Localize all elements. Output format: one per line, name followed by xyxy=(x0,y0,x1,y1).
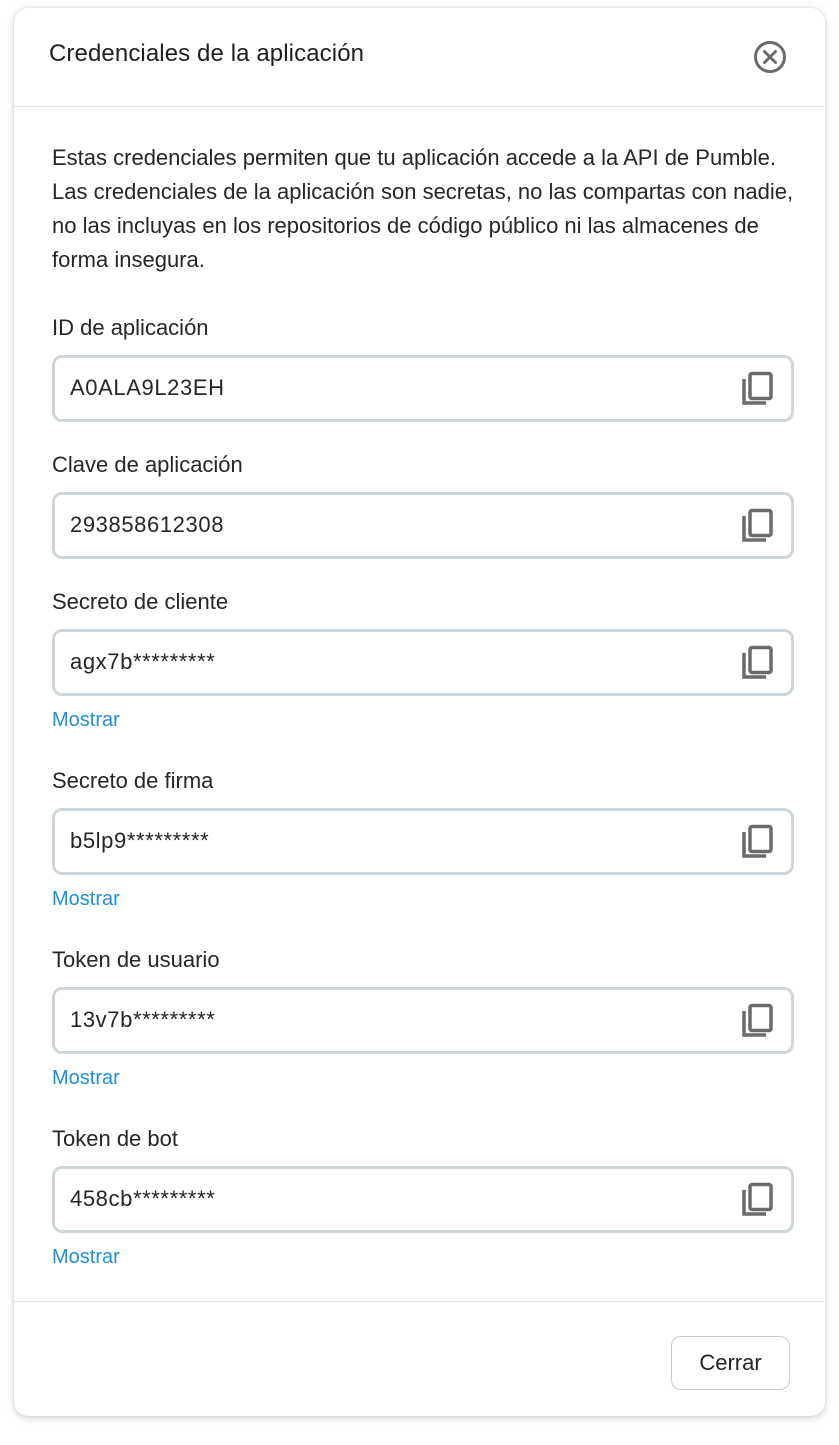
signing-secret-label: Secreto de firma xyxy=(52,768,214,793)
show-user-token-link[interactable]: Mostrar xyxy=(52,1067,120,1090)
user-token-value[interactable]: 13v7b********* xyxy=(70,1007,215,1033)
dialog-title: Credenciales de la aplicación xyxy=(49,40,365,67)
close-button[interactable]: Cerrar xyxy=(671,1336,790,1390)
app-id-value[interactable]: A0ALA9L23EH xyxy=(70,375,225,401)
signing-secret-field[interactable]: b5lp9********* xyxy=(52,808,794,875)
signing-secret-value[interactable]: b5lp9********* xyxy=(70,828,209,854)
client-secret-label: Secreto de cliente xyxy=(52,589,229,614)
copy-icon[interactable] xyxy=(739,1002,777,1040)
credentials-dialog: Credenciales de la aplicación Estas cred… xyxy=(14,8,825,1416)
dialog-footer: Cerrar xyxy=(14,1301,825,1416)
copy-icon[interactable] xyxy=(739,1181,777,1219)
app-key-field[interactable]: 293858612308 xyxy=(52,492,794,559)
show-bot-token-link[interactable]: Mostrar xyxy=(52,1246,120,1269)
app-id-label: ID de aplicación xyxy=(52,315,209,340)
bot-token-label: Token de bot xyxy=(52,1126,178,1151)
copy-icon[interactable] xyxy=(739,823,777,861)
client-secret-field[interactable]: agx7b********* xyxy=(52,629,794,696)
dialog-description: Estas credenciales permiten que tu aplic… xyxy=(52,145,794,272)
bot-token-value[interactable]: 458cb********* xyxy=(70,1186,215,1212)
user-token-field[interactable]: 13v7b********* xyxy=(52,987,794,1054)
show-signing-secret-link[interactable]: Mostrar xyxy=(52,888,120,911)
copy-icon[interactable] xyxy=(739,370,777,408)
bot-token-field[interactable]: 458cb********* xyxy=(52,1166,794,1233)
app-key-label: Clave de aplicación xyxy=(52,452,243,477)
app-id-field[interactable]: A0ALA9L23EH xyxy=(52,355,794,422)
user-token-label: Token de usuario xyxy=(52,947,220,972)
dialog-header: Credenciales de la aplicación xyxy=(14,8,825,107)
app-key-value[interactable]: 293858612308 xyxy=(70,512,224,538)
copy-icon[interactable] xyxy=(739,507,777,545)
show-client-secret-link[interactable]: Mostrar xyxy=(52,709,120,732)
copy-icon[interactable] xyxy=(739,644,777,682)
close-icon[interactable] xyxy=(753,40,787,74)
client-secret-value[interactable]: agx7b********* xyxy=(70,649,215,675)
